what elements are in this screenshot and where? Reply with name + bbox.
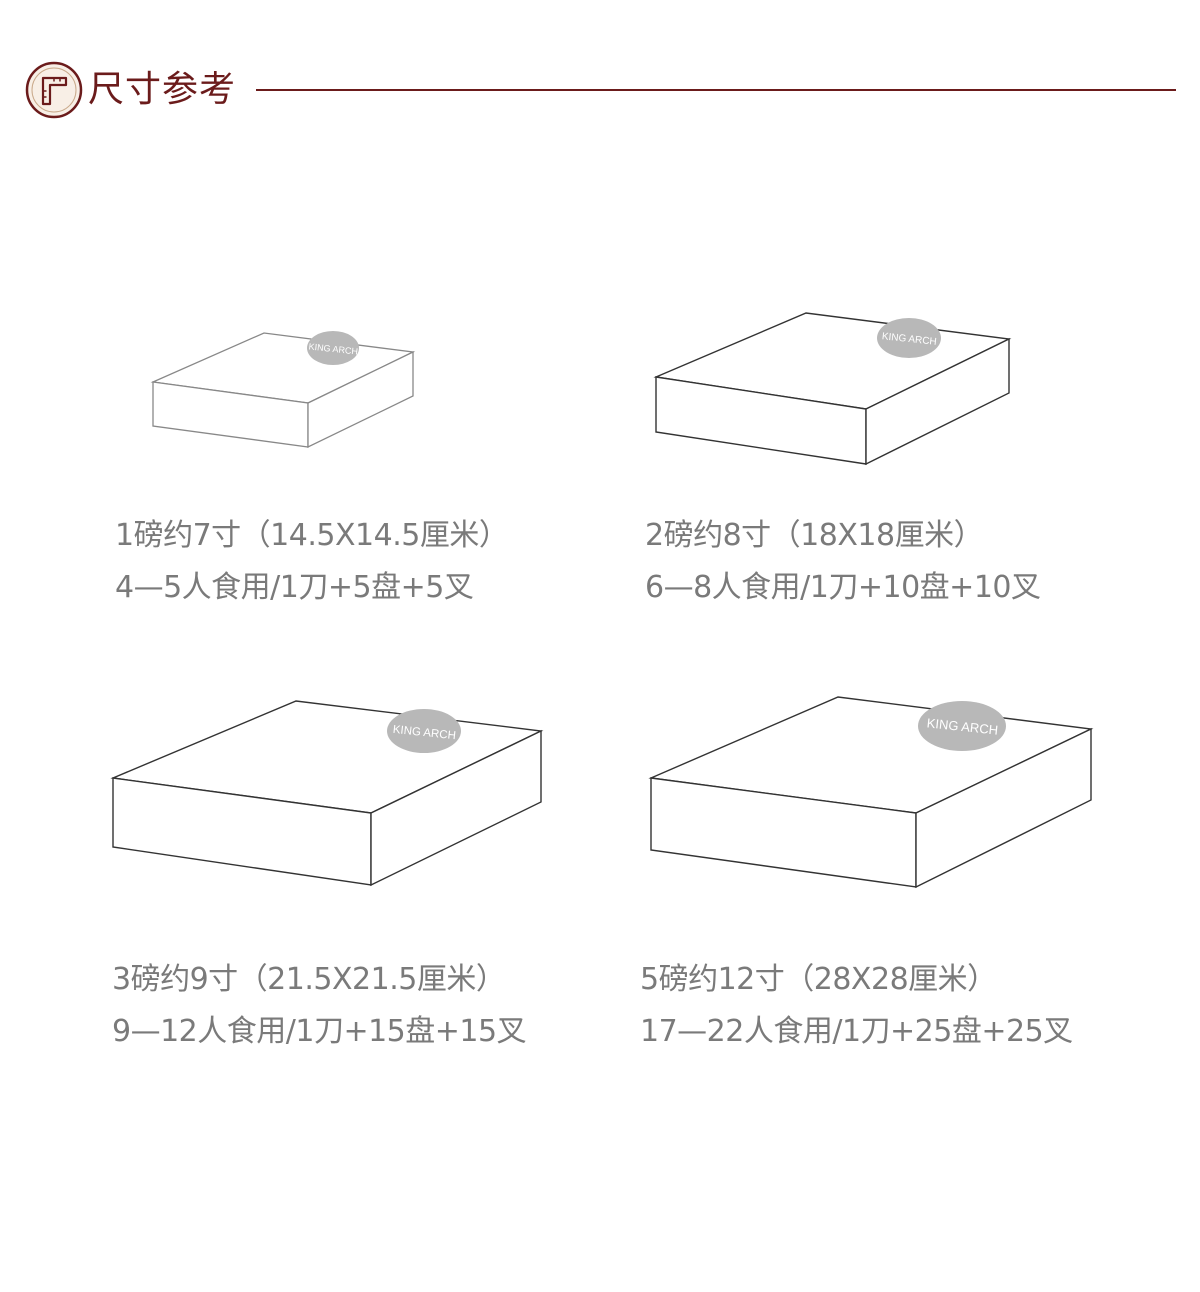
- brand-stamp: KING ARCH: [918, 701, 1006, 751]
- serving-line: 9—12人食用/1刀+15盘+15叉: [112, 1014, 527, 1049]
- product-caption: 5磅约12寸（28X28厘米） 17—22人食用/1刀+25盘+25叉: [640, 954, 1073, 1058]
- serving-line: 17—22人食用/1刀+25盘+25叉: [640, 1014, 1073, 1049]
- cake-box-illustration: KING ARCH: [648, 696, 1094, 889]
- size-line: 5磅约12寸（28X28厘米）: [640, 962, 997, 997]
